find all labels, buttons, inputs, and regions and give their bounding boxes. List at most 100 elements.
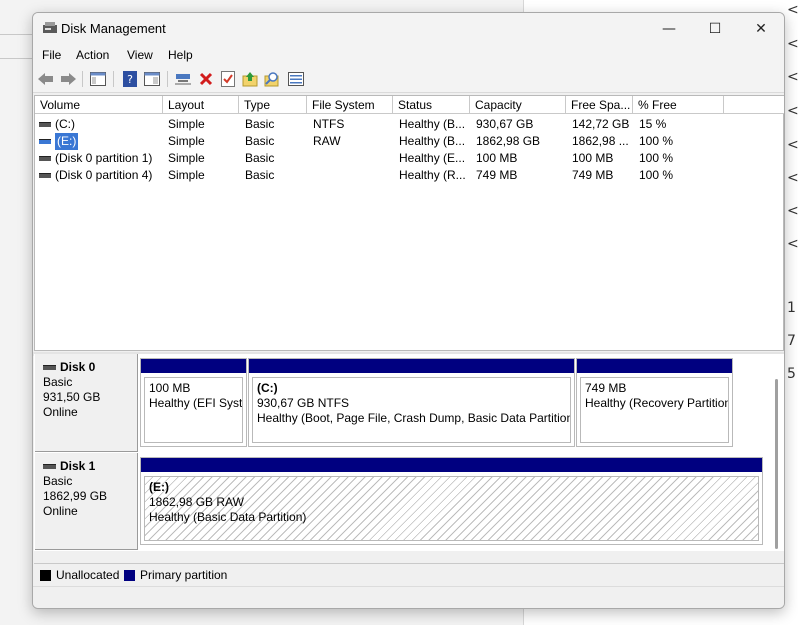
partition-title: (E:) bbox=[149, 480, 169, 494]
disk-icon bbox=[43, 464, 56, 469]
partition-size: 100 MB bbox=[149, 381, 191, 395]
disk-row: Disk 1 Basic 1862,99 GB Online (E:) 1862… bbox=[34, 453, 784, 550]
menu-bar: File Action View Help bbox=[33, 44, 784, 66]
table-row[interactable]: (C:) Simple Basic NTFS Healthy (B... 930… bbox=[35, 116, 783, 133]
status-cell: Healthy (B... bbox=[399, 134, 466, 148]
disk-size: 931,50 GB bbox=[43, 390, 101, 404]
back-icon[interactable] bbox=[37, 70, 55, 88]
disk-state: Online bbox=[43, 405, 78, 419]
layout-cell: Simple bbox=[168, 134, 205, 148]
delete-icon[interactable] bbox=[197, 70, 215, 88]
column-header-volume[interactable]: Volume bbox=[35, 96, 163, 114]
properties-icon[interactable] bbox=[143, 70, 161, 88]
column-header-empty bbox=[724, 96, 784, 114]
svg-text:?: ? bbox=[127, 73, 133, 86]
volume-name: (C:) bbox=[55, 117, 75, 131]
capacity-cell: 1862,98 GB bbox=[476, 134, 541, 148]
disk-label[interactable]: Disk 0 Basic 931,50 GB Online bbox=[35, 354, 138, 452]
console-tree-icon[interactable] bbox=[89, 70, 107, 88]
free-space-cell: 100 MB bbox=[572, 151, 614, 165]
disk-graphical-view: Disk 0 Basic 931,50 GB Online 100 MB Hea… bbox=[34, 354, 784, 551]
column-header-layout[interactable]: Layout bbox=[163, 96, 239, 114]
background-window-edge: < < < < < < < < 1 7 5 bbox=[785, 0, 798, 625]
volume-cell: (Disk 0 partition 4) bbox=[39, 167, 163, 184]
disk-row: Disk 0 Basic 931,50 GB Online 100 MB Hea… bbox=[34, 354, 784, 452]
check-icon[interactable] bbox=[219, 70, 237, 88]
partition-size: 1862,98 GB RAW bbox=[149, 495, 244, 509]
toolbar-separator bbox=[167, 71, 168, 87]
import-icon[interactable] bbox=[241, 70, 259, 88]
file-system-cell bbox=[313, 150, 391, 167]
partition-content: 749 MB Healthy (Recovery Partition bbox=[580, 377, 729, 443]
column-header-file-system[interactable]: File System bbox=[307, 96, 393, 114]
file-system-cell: RAW bbox=[313, 134, 341, 148]
background-glyph: < bbox=[787, 36, 798, 52]
primary-partition-swatch bbox=[124, 570, 135, 581]
status-bar bbox=[33, 586, 784, 608]
drive-icon bbox=[39, 122, 51, 127]
forward-icon[interactable] bbox=[59, 70, 77, 88]
background-glyph: 7 bbox=[787, 333, 796, 349]
drive-icon bbox=[39, 156, 51, 161]
disk-label[interactable]: Disk 1 Basic 1862,99 GB Online bbox=[35, 453, 138, 550]
menu-view[interactable]: View bbox=[127, 48, 153, 62]
maximize-button[interactable]: ☐ bbox=[692, 13, 738, 44]
disk-icon bbox=[43, 365, 56, 370]
disk-size: 1862,99 GB bbox=[43, 489, 108, 503]
partition-block[interactable]: (E:) 1862,98 GB RAW Healthy (Basic Data … bbox=[140, 457, 763, 545]
column-header-capacity[interactable]: Capacity bbox=[470, 96, 566, 114]
volume-name: (E:) bbox=[55, 133, 79, 150]
volume-cell: (C:) bbox=[39, 116, 163, 133]
menu-help[interactable]: Help bbox=[168, 48, 193, 62]
drive-icon bbox=[39, 173, 51, 178]
status-cell: Healthy (R... bbox=[399, 168, 466, 182]
legend: Unallocated Primary partition bbox=[34, 563, 784, 585]
toolbar: ? bbox=[33, 66, 784, 93]
file-system-cell: NTFS bbox=[313, 117, 345, 131]
background-divider bbox=[0, 34, 36, 35]
status-cell: Healthy (E... bbox=[399, 151, 466, 165]
partition-status: Healthy (Boot, Page File, Crash Dump, Ba… bbox=[257, 411, 571, 425]
disk-name: Disk 1 bbox=[43, 459, 129, 474]
primary-partition-bar bbox=[141, 458, 762, 472]
disk-type: Basic bbox=[43, 375, 73, 389]
volume-list[interactable]: Volume Layout Type File System Status Ca… bbox=[34, 95, 784, 351]
menu-action[interactable]: Action bbox=[76, 48, 109, 62]
connect-icon[interactable] bbox=[175, 70, 193, 88]
layout-cell: Simple bbox=[168, 117, 205, 131]
list-icon[interactable] bbox=[287, 70, 305, 88]
legend-primary-label: Primary partition bbox=[140, 568, 228, 582]
disk-type: Basic bbox=[43, 474, 73, 488]
help-icon[interactable]: ? bbox=[121, 70, 139, 88]
partition-block[interactable]: (C:) 930,67 GB NTFS Healthy (Boot, Page … bbox=[248, 358, 575, 447]
disk-state: Online bbox=[43, 504, 78, 518]
layout-cell: Simple bbox=[168, 151, 205, 165]
partition-block[interactable]: 100 MB Healthy (EFI Syste bbox=[140, 358, 247, 447]
vertical-scrollbar[interactable] bbox=[775, 379, 778, 549]
title-bar[interactable]: Disk Management — ☐ ✕ bbox=[33, 13, 784, 44]
column-header-status[interactable]: Status bbox=[393, 96, 470, 114]
column-header-percent-free[interactable]: % Free bbox=[633, 96, 724, 114]
minimize-button[interactable]: — bbox=[646, 13, 692, 44]
menu-file[interactable]: File bbox=[42, 48, 61, 62]
window-title: Disk Management bbox=[61, 21, 166, 36]
unallocated-swatch bbox=[40, 570, 51, 581]
partition-content: (C:) 930,67 GB NTFS Healthy (Boot, Page … bbox=[252, 377, 571, 443]
partition-content: 100 MB Healthy (EFI Syste bbox=[144, 377, 243, 443]
capacity-cell: 749 MB bbox=[476, 168, 518, 182]
volume-name: (Disk 0 partition 1) bbox=[55, 151, 153, 165]
disk-name-text: Disk 1 bbox=[60, 459, 96, 473]
close-button[interactable]: ✕ bbox=[738, 13, 784, 44]
partition-status: Healthy (EFI Syste bbox=[149, 396, 243, 410]
disk-management-window: Disk Management — ☐ ✕ File Action View H… bbox=[32, 12, 785, 609]
table-row[interactable]: (Disk 0 partition 1) Simple Basic Health… bbox=[35, 150, 783, 167]
status-cell: Healthy (B... bbox=[399, 117, 466, 131]
background-glyph: < bbox=[787, 170, 798, 186]
column-header-free-space[interactable]: Free Spa... bbox=[566, 96, 633, 114]
table-row[interactable]: (Disk 0 partition 4) Simple Basic Health… bbox=[35, 167, 783, 184]
column-header-type[interactable]: Type bbox=[239, 96, 307, 114]
table-row[interactable]: (E:) Simple Basic RAW Healthy (B... 1862… bbox=[35, 133, 783, 150]
type-cell: Basic bbox=[245, 134, 275, 148]
search-icon[interactable] bbox=[263, 70, 281, 88]
partition-block[interactable]: 749 MB Healthy (Recovery Partition bbox=[576, 358, 733, 447]
